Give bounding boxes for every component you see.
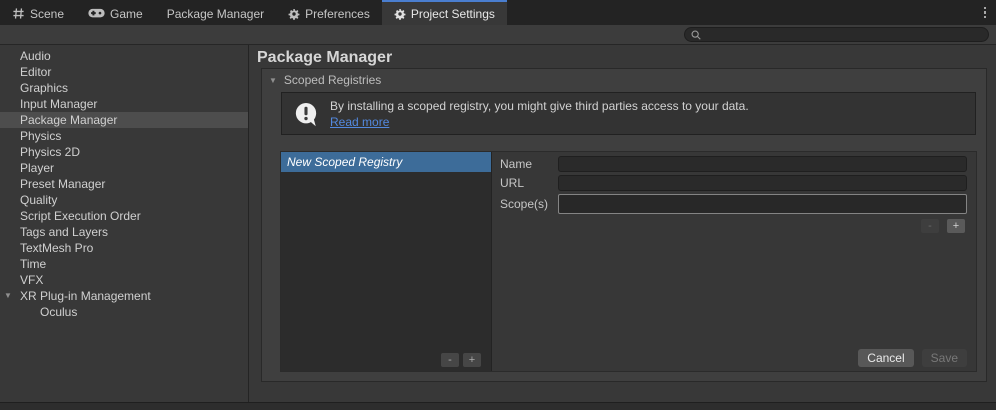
- tab-preferences[interactable]: Preferences: [276, 0, 382, 25]
- gamepad-icon: [88, 8, 105, 19]
- sidebar-item-time[interactable]: Time: [0, 256, 248, 272]
- scoped-registries-foldout[interactable]: ▼ Scoped Registries: [262, 69, 986, 91]
- window-menu-button[interactable]: [974, 0, 996, 25]
- window-bottom-edge: [0, 402, 996, 410]
- tab-label: Project Settings: [410, 6, 495, 21]
- scopes-field[interactable]: [558, 194, 967, 214]
- tab-label: Game: [110, 6, 143, 21]
- sidebar-item-input-manager[interactable]: Input Manager: [0, 96, 248, 112]
- package-manager-settings-panel: Package Manager ▼ Scoped Registries By i…: [249, 45, 996, 402]
- sidebar-item-tags-and-layers[interactable]: Tags and Layers: [0, 224, 248, 240]
- magnifier-icon: [690, 29, 702, 41]
- remove-scope-button[interactable]: -: [921, 219, 939, 233]
- tab-label: Package Manager: [166, 6, 265, 21]
- settings-category-list: Audio Editor Graphics Input Manager Pack…: [0, 45, 249, 402]
- scoped-registries-section: ▼ Scoped Registries By installing a scop: [261, 68, 987, 382]
- registry-list: New Scoped Registry - +: [281, 152, 492, 371]
- sidebar-item-physics-2d[interactable]: Physics 2D: [0, 144, 248, 160]
- tab-bar-spacer: [507, 0, 974, 25]
- add-scope-button[interactable]: +: [947, 219, 965, 233]
- name-field-label: Name: [500, 157, 533, 171]
- search-box[interactable]: [684, 27, 989, 42]
- search-input[interactable]: [706, 28, 983, 41]
- kebab-menu-icon: [983, 6, 987, 19]
- url-field-label: URL: [500, 176, 525, 190]
- registry-list-item[interactable]: New Scoped Registry: [281, 152, 491, 172]
- warning-message: By installing a scoped registry, you mig…: [330, 98, 749, 113]
- sidebar-item-textmesh-pro[interactable]: TextMesh Pro: [0, 240, 248, 256]
- speech-bubble-exclamation-icon: [293, 101, 319, 127]
- gear-icon: [394, 8, 406, 20]
- tab-label: Scene: [30, 6, 65, 21]
- sidebar-item-preset-manager[interactable]: Preset Manager: [0, 176, 248, 192]
- scene-grid-icon: [12, 7, 25, 20]
- sidebar-item-oculus[interactable]: Oculus: [0, 304, 248, 320]
- tab-label: Preferences: [305, 6, 370, 21]
- sidebar-item-vfx[interactable]: VFX: [0, 272, 248, 288]
- section-title: Scoped Registries: [283, 73, 382, 87]
- save-button[interactable]: Save: [921, 349, 967, 367]
- sidebar-item-physics[interactable]: Physics: [0, 128, 248, 144]
- sidebar-item-script-execution-order[interactable]: Script Execution Order: [0, 208, 248, 224]
- settings-toolbar: [0, 25, 996, 45]
- cancel-button[interactable]: Cancel: [858, 349, 914, 367]
- foldout-triangle-icon: ▼: [269, 75, 277, 85]
- registry-list-buttons: - +: [441, 353, 481, 367]
- tab-package-manager[interactable]: Package Manager: [155, 0, 276, 25]
- foldout-triangle-icon[interactable]: ▼: [4, 288, 12, 304]
- scopes-field-label: Scope(s): [500, 197, 549, 211]
- name-field[interactable]: [558, 156, 967, 172]
- window-tab-bar: Scene Game Package Manager Preferences P…: [0, 0, 996, 25]
- sidebar-item-xr-plugin-management[interactable]: ▼ XR Plug-in Management: [0, 288, 248, 304]
- remove-registry-button[interactable]: -: [441, 353, 459, 367]
- read-more-link[interactable]: Read more: [330, 115, 389, 129]
- page-title: Package Manager: [257, 49, 393, 66]
- scoped-registry-warning: By installing a scoped registry, you mig…: [281, 92, 976, 135]
- tab-project-settings[interactable]: Project Settings: [381, 0, 507, 25]
- sidebar-item-graphics[interactable]: Graphics: [0, 80, 248, 96]
- sidebar-item-audio[interactable]: Audio: [0, 48, 248, 64]
- form-action-buttons: Cancel Save: [858, 349, 967, 367]
- unity-window: Scene Game Package Manager Preferences P…: [0, 0, 996, 410]
- add-registry-button[interactable]: +: [463, 353, 481, 367]
- sidebar-item-package-manager[interactable]: Package Manager: [0, 112, 248, 128]
- gear-icon: [288, 8, 300, 20]
- sidebar-item-quality[interactable]: Quality: [0, 192, 248, 208]
- url-field[interactable]: [558, 175, 967, 191]
- scoped-registry-editor: New Scoped Registry - + Name URL Scope(s…: [280, 151, 977, 372]
- tab-scene[interactable]: Scene: [0, 0, 76, 25]
- sidebar-item-player[interactable]: Player: [0, 160, 248, 176]
- registry-form: Name URL Scope(s) - + Cancel Save: [492, 152, 976, 371]
- scope-buttons: - +: [500, 219, 965, 233]
- sidebar-item-editor[interactable]: Editor: [0, 64, 248, 80]
- tab-game[interactable]: Game: [76, 0, 155, 25]
